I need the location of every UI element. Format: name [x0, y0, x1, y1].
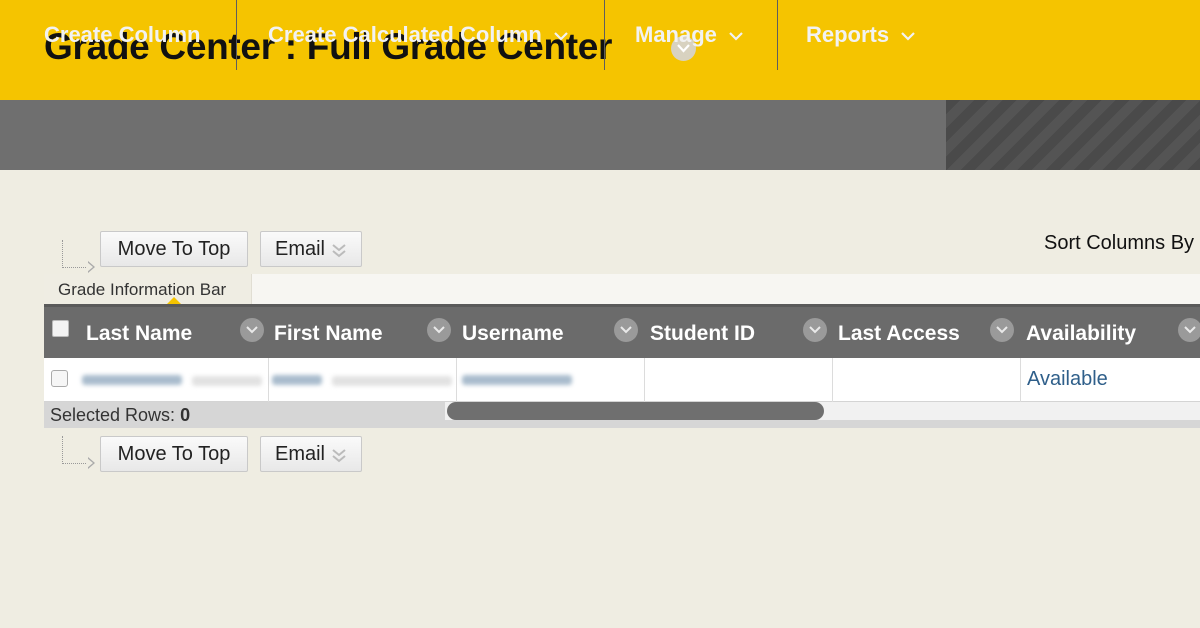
cell-divider — [1020, 358, 1021, 402]
selected-rows-count: 0 — [180, 405, 191, 425]
chevron-down-icon — [554, 31, 568, 41]
redacted-last-name — [82, 375, 182, 385]
column-header-first-name[interactable]: First Name — [274, 304, 383, 358]
action-divider — [777, 0, 778, 70]
manage-label: Manage — [635, 22, 717, 47]
cell-divider — [268, 358, 269, 402]
redacted-text — [192, 376, 262, 386]
selection-connector-icon — [62, 240, 95, 273]
grade-information-label: Grade Information Bar — [58, 280, 227, 299]
column-header-student-id[interactable]: Student ID — [650, 304, 755, 358]
redacted-first-name — [272, 375, 322, 385]
manage-menu[interactable]: Manage — [635, 0, 743, 70]
selection-connector-icon — [62, 436, 95, 469]
cell-divider — [644, 358, 645, 402]
double-chevron-down-icon — [332, 448, 346, 463]
column-header-username[interactable]: Username — [462, 304, 564, 358]
column-header-last-name[interactable]: Last Name — [86, 304, 192, 358]
move-to-top-button-bottom[interactable]: Move To Top — [100, 436, 248, 472]
caret-up-icon — [167, 297, 181, 304]
horizontal-scrollbar-thumb[interactable] — [447, 402, 824, 420]
column-menu-chevron-icon[interactable] — [427, 318, 451, 342]
column-header-last-access[interactable]: Last Access — [838, 304, 960, 358]
create-calculated-column-label: Create Calculated Column — [268, 22, 542, 47]
action-divider — [236, 0, 237, 70]
selected-rows-status: Selected Rows: 0 — [50, 405, 190, 426]
cell-divider — [456, 358, 457, 402]
column-menu-chevron-icon[interactable] — [1178, 318, 1200, 342]
column-menu-chevron-icon[interactable] — [240, 318, 264, 342]
sort-columns-label[interactable]: Sort Columns By — [1044, 232, 1194, 255]
email-button-bottom[interactable]: Email — [260, 436, 362, 472]
redacted-text — [332, 376, 452, 386]
action-bar-filler — [946, 100, 1200, 170]
selected-rows-label: Selected Rows: — [50, 405, 176, 425]
create-calculated-column-menu[interactable]: Create Calculated Column — [268, 0, 568, 70]
select-all-checkbox[interactable] — [52, 320, 69, 337]
availability-value[interactable]: Available — [1027, 368, 1108, 391]
create-column-button[interactable]: Create Column — [44, 0, 200, 70]
chevron-down-icon — [901, 31, 915, 41]
create-column-label: Create Column — [44, 22, 201, 47]
email-button[interactable]: Email — [260, 231, 362, 267]
action-divider — [604, 0, 605, 70]
reports-label: Reports — [806, 22, 890, 47]
double-chevron-down-icon — [332, 243, 346, 258]
column-menu-chevron-icon[interactable] — [990, 318, 1014, 342]
move-to-top-button[interactable]: Move To Top — [100, 231, 248, 267]
chevron-down-icon — [729, 31, 743, 41]
email-label: Email — [274, 443, 325, 465]
redacted-username — [462, 375, 572, 385]
email-label: Email — [274, 238, 325, 260]
row-checkbox[interactable] — [51, 370, 68, 387]
column-header-availability[interactable]: Availability — [1026, 304, 1136, 358]
action-bar — [0, 100, 1200, 170]
reports-menu[interactable]: Reports — [806, 0, 915, 70]
cell-divider — [832, 358, 833, 402]
column-menu-chevron-icon[interactable] — [614, 318, 638, 342]
column-menu-chevron-icon[interactable] — [803, 318, 827, 342]
